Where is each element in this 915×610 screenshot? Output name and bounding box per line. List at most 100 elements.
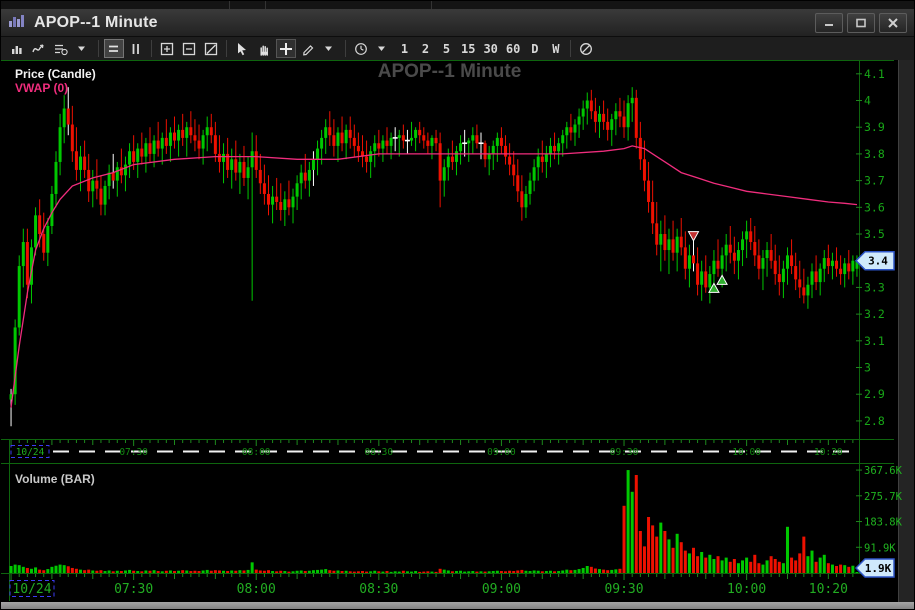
equals-icon [109,45,118,52]
svg-text:4.1: 4.1 [864,67,885,81]
svg-text:07:30: 07:30 [114,582,153,597]
minimize-icon [825,24,833,26]
svg-text:08:00: 08:00 [237,582,276,597]
timeframe-label: 15 [461,41,476,56]
svg-text:10:20: 10:20 [809,582,848,597]
caret-down-icon [378,46,385,51]
crosshair-tool-button[interactable] [276,39,296,58]
timeframe-D-button[interactable]: D [525,39,544,58]
svg-text:09:00: 09:00 [482,582,521,597]
svg-text:3.2: 3.2 [864,307,885,321]
horizontal-line-tool-button[interactable] [104,39,124,58]
timeframe-5-button[interactable]: 5 [437,39,456,58]
toolbar-separator [226,40,227,57]
svg-text:10/24: 10/24 [12,582,51,597]
timeframe-label: 5 [442,41,451,56]
draw-tool-button[interactable] [298,39,318,58]
timeframe-label: 60 [505,41,521,56]
box-minus-icon [182,42,196,55]
squiggle-icon [32,43,44,52]
svg-text:08:00: 08:00 [242,447,271,458]
indicators-button[interactable] [29,39,49,58]
parallel-icon [132,43,139,54]
zoom-reset-button[interactable] [201,39,221,58]
zoom-in-button[interactable] [157,39,177,58]
minimize-button[interactable] [815,12,843,33]
close-icon [888,17,898,28]
close-button[interactable] [879,12,907,33]
pan-tool-button[interactable] [254,39,274,58]
timeframe-2-button[interactable]: 2 [416,39,435,58]
svg-text:91.9K: 91.9K [864,542,896,554]
timeframe-label: 30 [483,41,498,56]
chart-toolbar: 1 2 5 15 30 60 D W [1,37,914,60]
interval-clock-button[interactable] [351,39,371,58]
list-refresh-icon [55,44,68,55]
zoom-out-button[interactable] [179,39,199,58]
svg-text:2.9: 2.9 [864,387,885,401]
title-bar[interactable]: APOP--1 Minute [1,9,914,37]
chart-window: APOP--1 Minute 1 2 5 15 30 60 D W 07:30 07:30 08:… [0,0,915,610]
svg-text:07:30: 07:30 [119,447,148,458]
interval-dropdown-button[interactable] [373,39,393,58]
chart-canvas[interactable]: 07:30 07:30 08:00 08:00 08:30 08:30 09:00 09:00… [1,60,915,602]
svg-text:10:00: 10:00 [727,582,766,597]
svg-text:08:30: 08:30 [365,447,394,458]
svg-text:10:00: 10:00 [732,447,761,458]
pointer-tool-button[interactable] [232,39,252,58]
clear-symbol-button[interactable] [576,39,596,58]
box-plus-icon [160,42,174,55]
svg-text:3.9: 3.9 [864,120,885,134]
studies-button[interactable] [51,39,71,58]
svg-text:1.9K: 1.9K [865,562,892,575]
caret-down-icon [325,46,332,51]
svg-text:4: 4 [864,94,871,108]
style-dropdown-button[interactable] [73,39,93,58]
svg-text:3.6: 3.6 [864,200,885,214]
crosshair-icon [280,42,292,55]
timeframe-label: W [552,41,560,56]
toolbar-separator [98,40,99,57]
last-price-badge: 3.4 [854,250,895,271]
hand-icon [260,44,268,56]
toolbar-separator [151,40,152,57]
circle-slash-icon [580,42,593,55]
svg-text:09:00: 09:00 [487,447,516,458]
pencil-icon [303,44,314,55]
timeframe-W-button[interactable]: W [546,39,565,58]
maximize-icon [856,18,866,27]
svg-text:3.3: 3.3 [864,280,885,294]
caret-down-icon [78,46,85,51]
chart-style-button[interactable] [7,39,27,58]
svg-text:3.8: 3.8 [864,147,885,161]
svg-text:3.5: 3.5 [864,227,885,241]
last-volume-badge: 1.9K [854,558,895,578]
timeframe-label: 1 [400,41,409,56]
timeframe-1-button[interactable]: 1 [395,39,414,58]
svg-text:10:20: 10:20 [814,447,843,458]
window-title: APOP--1 Minute [34,13,158,31]
svg-text:367.6K: 367.6K [864,465,903,477]
svg-text:2.8: 2.8 [864,414,885,428]
svg-text:3.4: 3.4 [868,255,888,268]
svg-text:3: 3 [864,361,871,375]
timeframe-15-button[interactable]: 15 [458,39,478,58]
vertical-line-tool-button[interactable] [126,39,146,58]
svg-text:10/24: 10/24 [16,447,45,458]
window-bottom-edge[interactable] [1,602,914,609]
svg-text:3.7: 3.7 [864,174,885,188]
draw-dropdown-button[interactable] [320,39,340,58]
timeframe-30-button[interactable]: 30 [480,39,500,58]
chart-area: 07:30 07:30 08:00 08:00 08:30 08:30 09:00 09:00… [1,60,915,602]
svg-text:275.7K: 275.7K [864,491,903,503]
svg-text:08:30: 08:30 [359,582,398,597]
timeframe-label: D [531,41,539,56]
timeframe-60-button[interactable]: 60 [503,39,523,58]
cursor-icon [238,42,246,55]
clock-icon [355,42,367,55]
maximize-button[interactable] [847,12,875,33]
bar-chart-icon [12,45,22,54]
box-slash-icon [204,42,218,55]
svg-text:3.1: 3.1 [864,334,885,348]
svg-text:183.8K: 183.8K [864,517,903,529]
